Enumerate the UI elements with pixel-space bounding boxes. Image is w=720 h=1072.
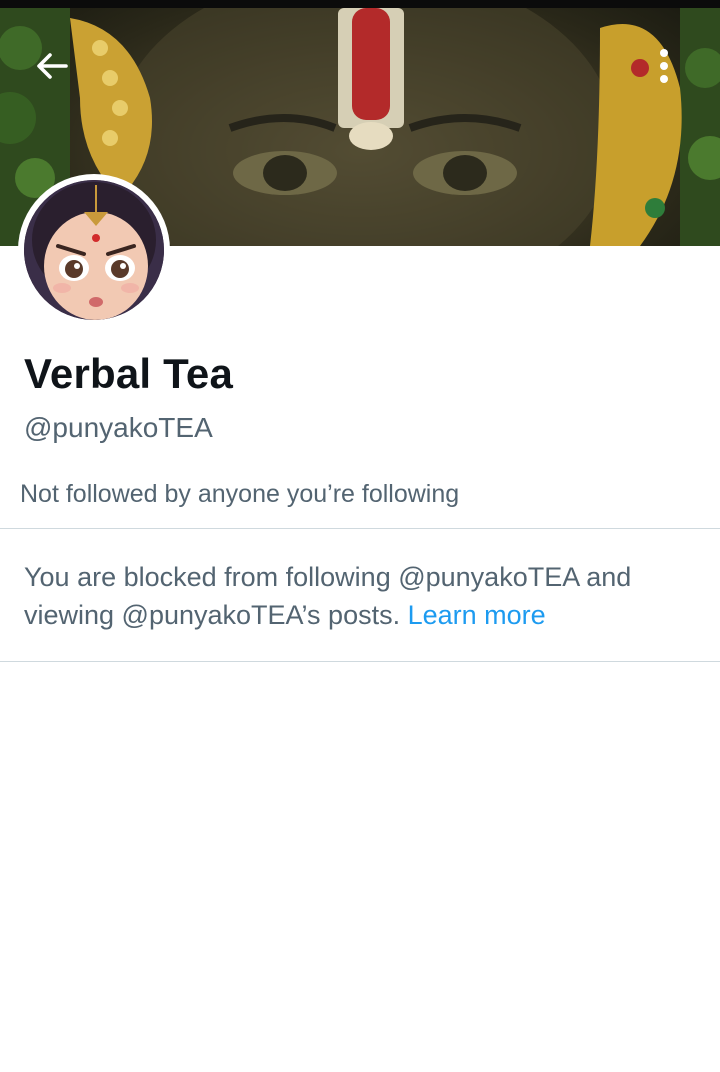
learn-more-link[interactable]: Learn more <box>408 600 546 630</box>
back-button[interactable] <box>32 46 80 94</box>
status-strip <box>0 0 720 8</box>
avatar[interactable] <box>18 174 170 326</box>
display-name: Verbal Tea <box>24 350 234 397</box>
divider <box>0 528 720 529</box>
avatar-image <box>24 180 164 320</box>
more-options-button[interactable] <box>644 46 692 94</box>
more-vertical-icon <box>660 49 668 83</box>
arrow-left-icon <box>37 53 68 79</box>
divider <box>0 661 720 662</box>
profile-handle: @punyakoTEA <box>24 412 213 443</box>
profile-page: Verbal Tea @punyakoTEA Not followed by a… <box>0 0 720 1072</box>
followers-you-know-note[interactable]: Not followed by anyone you’re following <box>20 480 459 509</box>
blocked-notice: You are blocked from following @punyakoT… <box>24 558 704 634</box>
